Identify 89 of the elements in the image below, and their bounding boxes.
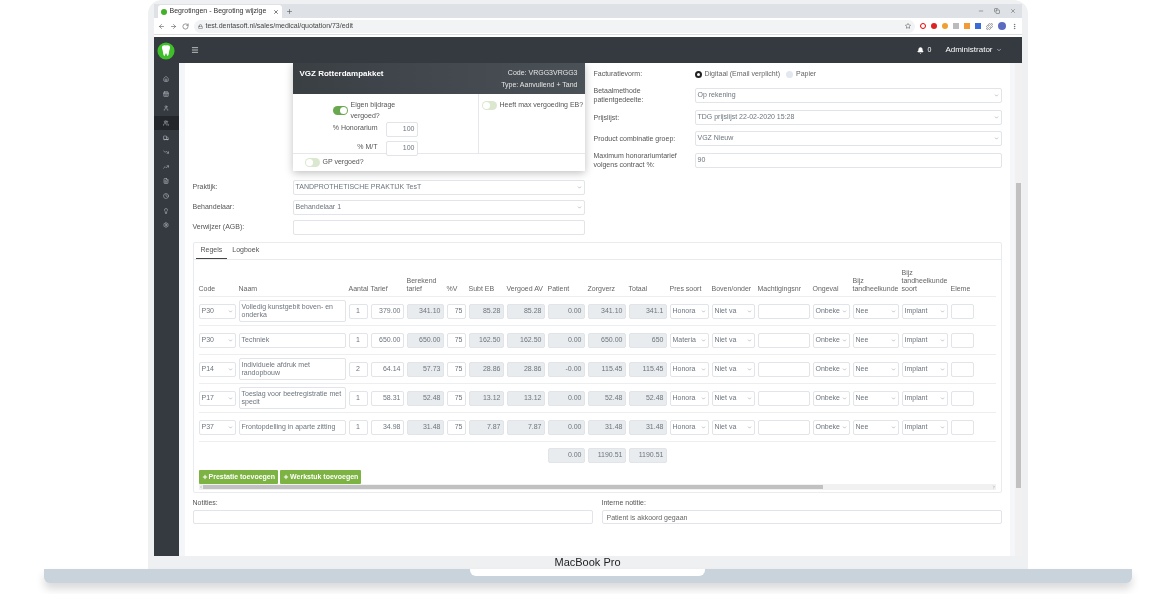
- caret-icon: [939, 337, 945, 343]
- menu-icon[interactable]: [190, 46, 199, 54]
- caret-icon: [993, 92, 999, 98]
- restore-icon[interactable]: [993, 8, 1000, 14]
- table-input[interactable]: [950, 390, 974, 406]
- horizontal-scrollbar[interactable]: [198, 484, 996, 490]
- table-input[interactable]: [757, 361, 810, 377]
- users-icon: [163, 120, 169, 127]
- table-input[interactable]: [757, 390, 810, 406]
- toggle-switch[interactable]: [481, 100, 497, 110]
- caret-icon: [939, 366, 945, 372]
- table-input[interactable]: [950, 419, 974, 435]
- caret-icon: [700, 395, 706, 401]
- document-icon: [163, 178, 169, 185]
- caret-icon: [890, 424, 896, 430]
- user-menu[interactable]: Administrator: [945, 44, 1002, 56]
- close-icon[interactable]: [273, 8, 280, 15]
- caret-icon: [746, 424, 752, 430]
- reload-icon[interactable]: [181, 22, 189, 30]
- caret-icon: [700, 337, 706, 343]
- caret-icon: [890, 337, 896, 343]
- close-icon[interactable]: [1009, 8, 1016, 14]
- table-input[interactable]: [950, 303, 974, 319]
- caret-icon: [576, 185, 582, 190]
- caret-icon: [227, 395, 233, 401]
- toggle-switch[interactable]: [304, 158, 320, 167]
- puzzle-icon[interactable]: [985, 22, 993, 30]
- new-tab-icon[interactable]: [286, 8, 294, 15]
- clock-icon: [163, 193, 169, 200]
- user-icon: [163, 105, 169, 112]
- caret-icon: [890, 366, 896, 372]
- table-input[interactable]: [950, 332, 974, 348]
- star-icon[interactable]: [904, 23, 911, 29]
- notification-icon[interactable]: [917, 46, 925, 54]
- caret-icon: [841, 337, 847, 343]
- caret-icon: [746, 308, 752, 314]
- caret-icon: [939, 395, 945, 401]
- tooth-logo-icon: [157, 41, 175, 60]
- lock-icon: [197, 23, 203, 29]
- caret-icon: [890, 395, 896, 401]
- toggle-switch[interactable]: [332, 106, 348, 115]
- device-label: MacBook Pro: [554, 556, 621, 568]
- forward-icon[interactable]: [169, 22, 177, 30]
- caret-icon: [576, 205, 582, 210]
- radio-button[interactable]: [785, 70, 793, 78]
- input-field[interactable]: [292, 220, 585, 235]
- back-icon[interactable]: [157, 22, 165, 30]
- caret-icon: [227, 424, 233, 430]
- notes-textarea[interactable]: [192, 509, 593, 524]
- caret-icon: [227, 366, 233, 372]
- settings-icon: [163, 222, 169, 229]
- profile-avatar[interactable]: [997, 22, 1006, 30]
- lightbulb-icon: [163, 207, 169, 214]
- caret-icon: [746, 395, 752, 401]
- table-input[interactable]: [757, 303, 810, 319]
- trend-up-icon: [163, 163, 169, 170]
- caret-icon: [841, 308, 847, 314]
- caret-icon: [995, 47, 1002, 53]
- caret-icon: [993, 114, 999, 120]
- table-input[interactable]: [950, 361, 974, 377]
- caret-icon: [890, 308, 896, 314]
- trend-down-icon: [163, 149, 169, 156]
- calendar-icon: [163, 90, 169, 97]
- caret-icon: [227, 337, 233, 343]
- table-input[interactable]: [757, 332, 810, 348]
- package-title: VGZ Rotterdampakket: [299, 68, 384, 80]
- radio-button[interactable]: [694, 70, 702, 78]
- table-input[interactable]: [757, 419, 810, 435]
- caret-icon: [841, 395, 847, 401]
- caret-icon: [746, 337, 752, 343]
- sidebar-item[interactable]: [153, 115, 179, 131]
- minimize-icon[interactable]: [977, 8, 984, 14]
- caret-icon: [841, 366, 847, 372]
- scroll-left-icon[interactable]: [198, 485, 203, 489]
- caret-icon: [939, 308, 945, 314]
- caret-icon: [993, 135, 999, 141]
- caret-icon: [746, 366, 752, 372]
- caret-icon: [700, 308, 706, 314]
- favicon-icon: [160, 8, 167, 15]
- caret-icon: [227, 308, 233, 314]
- caret-icon: [939, 424, 945, 430]
- caret-icon: [841, 424, 847, 430]
- plus-icon: [283, 474, 290, 480]
- caret-icon: [700, 366, 706, 372]
- truck-icon: [163, 134, 169, 141]
- vertical-scrollbar[interactable]: [1014, 63, 1022, 556]
- home-icon: [163, 76, 169, 83]
- plus-icon: [201, 474, 208, 480]
- caret-icon: [700, 424, 706, 430]
